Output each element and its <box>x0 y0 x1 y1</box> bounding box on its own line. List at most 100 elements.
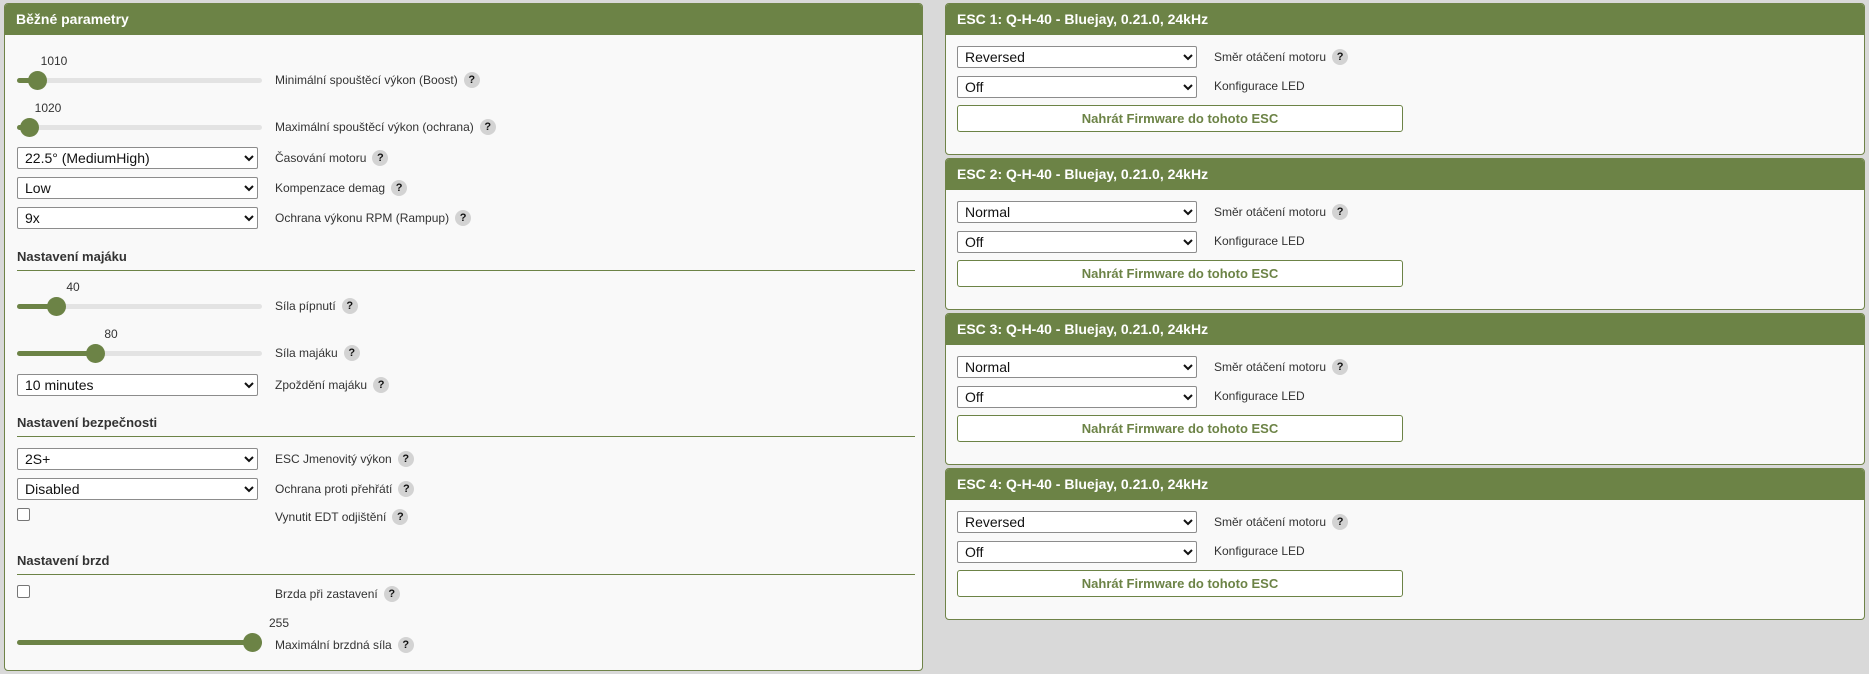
esc-3-direction-label-text: Směr otáčení motoru <box>1214 360 1327 374</box>
esc-4-flash-button[interactable]: Nahrát Firmware do tohoto ESC <box>957 570 1403 597</box>
esc-3-title: ESC 3: Q-H-40 - Bluejay, 0.21.0, 24kHz <box>946 314 1864 345</box>
esc-1-led-label: Konfigurace LED <box>1214 79 1305 93</box>
beep-strength-label: Síla pípnutí ? <box>275 298 358 314</box>
beacon-strength-slider-thumb[interactable] <box>86 344 105 363</box>
help-icon[interactable]: ? <box>391 180 408 196</box>
beacon-strength-slider[interactable] <box>17 344 262 363</box>
max-boost-slider[interactable] <box>17 118 262 137</box>
esc-2-led-select[interactable]: Off <box>957 231 1197 253</box>
esc-4-led-label: Konfigurace LED <box>1214 544 1305 558</box>
help-icon[interactable]: ? <box>1332 359 1349 375</box>
esc-4-led-label-text: Konfigurace LED <box>1214 544 1305 558</box>
esc-1-flash-button[interactable]: Nahrát Firmware do tohoto ESC <box>957 105 1403 132</box>
power-rating-label: ESC Jmenovitý výkon ? <box>275 451 414 467</box>
motor-timing-select[interactable]: 22.5° (MediumHigh) <box>17 147 258 169</box>
esc-1-led-select[interactable]: Off <box>957 76 1197 98</box>
beep-strength-value: 40 <box>66 280 80 294</box>
help-icon[interactable]: ? <box>372 150 389 166</box>
beacon-section-divider <box>17 270 915 271</box>
help-icon[interactable]: ? <box>383 586 400 602</box>
brake-section-divider <box>17 574 915 575</box>
esc-4-direction-select[interactable]: Reversed <box>957 511 1197 533</box>
rampup-label: Ochrana výkonu RPM (Rampup) ? <box>275 210 472 226</box>
esc-2-title: ESC 2: Q-H-40 - Bluejay, 0.21.0, 24kHz <box>946 159 1864 190</box>
max-boost-slider-thumb[interactable] <box>20 118 39 137</box>
temp-protection-select[interactable]: Disabled <box>17 478 258 500</box>
beacon-strength-label: Síla majáku ? <box>275 345 360 361</box>
beacon-delay-select[interactable]: 10 minutes <box>17 374 258 396</box>
beep-strength-slider-thumb[interactable] <box>47 297 66 316</box>
brake-on-stop-label-text: Brzda při zastavení <box>275 587 378 601</box>
help-icon[interactable]: ? <box>343 345 360 361</box>
esc-2-led-label-text: Konfigurace LED <box>1214 234 1305 248</box>
beep-strength-slider[interactable] <box>17 297 262 316</box>
demag-label-text: Kompenzace demag <box>275 181 386 195</box>
esc-3-panel: ESC 3: Q-H-40 - Bluejay, 0.21.0, 24kHz N… <box>945 313 1865 465</box>
power-rating-select[interactable]: 2S+ <box>17 448 258 470</box>
max-boost-label: Maximální spouštěcí výkon (ochrana) ? <box>275 119 496 135</box>
esc-4-led-select[interactable]: Off <box>957 541 1197 563</box>
edt-arming-label: Vynutit EDT odjištění ? <box>275 509 409 525</box>
safety-section-divider <box>17 436 915 437</box>
motor-timing-label: Časování motoru ? <box>275 150 389 166</box>
edt-arming-checkbox[interactable] <box>17 508 30 521</box>
max-boost-value: 1020 <box>34 101 62 115</box>
help-icon[interactable]: ? <box>392 509 409 525</box>
demag-select[interactable]: Low <box>17 177 258 199</box>
esc-3-flash-button[interactable]: Nahrát Firmware do tohoto ESC <box>957 415 1403 442</box>
beacon-delay-label: Zpoždění majáku ? <box>275 377 390 393</box>
esc-3-direction-select[interactable]: Normal <box>957 356 1197 378</box>
beacon-delay-label-text: Zpoždění majáku <box>275 378 368 392</box>
beacon-section-title: Nastavení majáku <box>17 249 127 264</box>
temp-protection-label: Ochrana proti přehřátí ? <box>275 481 415 497</box>
esc-2-flash-button[interactable]: Nahrát Firmware do tohoto ESC <box>957 260 1403 287</box>
max-brake-slider-thumb[interactable] <box>243 633 262 652</box>
help-icon[interactable]: ? <box>398 481 415 497</box>
esc-4-panel: ESC 4: Q-H-40 - Bluejay, 0.21.0, 24kHz R… <box>945 468 1865 620</box>
esc-3-led-label-text: Konfigurace LED <box>1214 389 1305 403</box>
help-icon[interactable]: ? <box>341 298 358 314</box>
esc-1-direction-select[interactable]: Reversed <box>957 46 1197 68</box>
esc-2-direction-label-text: Směr otáčení motoru <box>1214 205 1327 219</box>
help-icon[interactable]: ? <box>1332 204 1349 220</box>
min-boost-label-text: Minimální spouštěcí výkon (Boost) <box>275 73 458 87</box>
esc-2-panel: ESC 2: Q-H-40 - Bluejay, 0.21.0, 24kHz N… <box>945 158 1865 310</box>
esc-1-direction-label-text: Směr otáčení motoru <box>1214 50 1327 64</box>
esc-1-panel: ESC 1: Q-H-40 - Bluejay, 0.21.0, 24kHz R… <box>945 3 1865 155</box>
rampup-select[interactable]: 9x <box>17 207 258 229</box>
esc-4-direction-label-text: Směr otáčení motoru <box>1214 515 1327 529</box>
esc-2-direction-select[interactable]: Normal <box>957 201 1197 223</box>
rampup-label-text: Ochrana výkonu RPM (Rampup) <box>275 211 450 225</box>
help-icon[interactable]: ? <box>455 210 472 226</box>
common-parameters-panel: Běžné parametry 1010 Minimální spouštěcí… <box>4 3 923 671</box>
esc-3-led-select[interactable]: Off <box>957 386 1197 408</box>
max-brake-label-text: Maximální brzdná síla <box>275 638 392 652</box>
max-brake-slider-fill <box>17 640 262 645</box>
min-boost-label: Minimální spouštěcí výkon (Boost) ? <box>275 72 480 88</box>
min-boost-slider-thumb[interactable] <box>28 71 47 90</box>
min-boost-slider[interactable] <box>17 71 262 90</box>
esc-3-led-label: Konfigurace LED <box>1214 389 1305 403</box>
max-brake-slider[interactable] <box>17 633 262 652</box>
beacon-strength-label-text: Síla majáku <box>275 346 338 360</box>
beep-strength-label-text: Síla pípnutí <box>275 299 336 313</box>
safety-section-title: Nastavení bezpečnosti <box>17 415 158 430</box>
help-icon[interactable]: ? <box>479 119 496 135</box>
esc-1-title: ESC 1: Q-H-40 - Bluejay, 0.21.0, 24kHz <box>946 4 1864 35</box>
min-boost-value: 1010 <box>40 54 68 68</box>
help-icon[interactable]: ? <box>1332 514 1349 530</box>
help-icon[interactable]: ? <box>373 377 390 393</box>
max-boost-label-text: Maximální spouštěcí výkon (ochrana) <box>275 120 474 134</box>
help-icon[interactable]: ? <box>397 637 414 653</box>
brake-section-title: Nastavení brzd <box>17 553 110 568</box>
esc-4-direction-label: Směr otáčení motoru ? <box>1214 514 1349 530</box>
brake-on-stop-checkbox[interactable] <box>17 585 30 598</box>
motor-timing-label-text: Časování motoru <box>275 151 367 165</box>
max-brake-value: 255 <box>268 616 290 630</box>
help-icon[interactable]: ? <box>1332 49 1349 65</box>
help-icon[interactable]: ? <box>463 72 480 88</box>
beacon-strength-value: 80 <box>104 327 118 341</box>
help-icon[interactable]: ? <box>397 451 414 467</box>
common-parameters-title: Běžné parametry <box>5 4 922 35</box>
esc-2-direction-label: Směr otáčení motoru ? <box>1214 204 1349 220</box>
